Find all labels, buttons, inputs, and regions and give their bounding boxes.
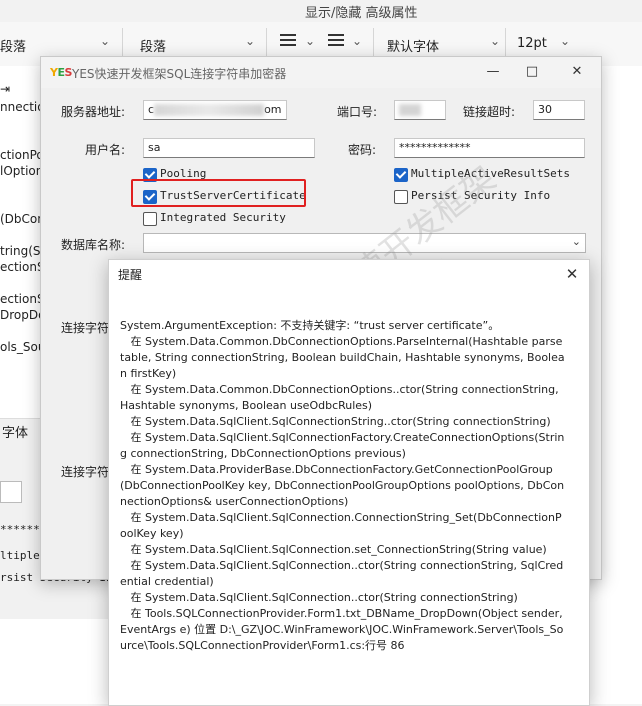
advanced-properties-toggle[interactable]: 显示/隐藏 高级属性 [305,2,418,21]
numbered-list-icon[interactable] [328,34,344,48]
server-input[interactable]: c om [143,100,287,120]
code-line: tring(Str [0,244,45,258]
connection-string-label: 连接字符 [61,321,110,335]
code-line: ectionS [0,260,45,274]
chevron-down-icon[interactable]: ⌄ [352,34,362,48]
username-input[interactable]: sa [143,138,315,158]
indent-icon[interactable]: ⇥ [0,82,10,96]
maximize-button[interactable]: □ [520,61,544,83]
checkbox-checked-icon [394,168,408,182]
bullet-list-icon[interactable] [280,34,296,48]
timeout-label: 链接超时: [463,105,516,119]
port-input[interactable] [394,100,446,120]
font-panel-input[interactable] [0,481,22,503]
window-title: YES快速开发框架SQL连接字符串加密器 [72,67,287,81]
alert-dialog: 提醒 ✕ System.ArgumentException: 不支持关键字: “… [108,259,590,706]
code-line: DropDov [0,308,45,322]
font-panel-label: 字体 [2,426,29,441]
server-label: 服务器地址: [61,105,126,119]
redacted-text [154,104,265,116]
password-input[interactable]: ************* [394,138,585,158]
window-titlebar[interactable]: YES YES快速开发框架SQL连接字符串加密器 — □ ✕ [41,57,601,88]
dialog-title: 提醒 [118,268,143,282]
code-line: (DbCon [0,212,45,226]
error-message: System.ArgumentException: 不支持关键字: “trust… [120,319,565,652]
timeout-input[interactable]: 30 [533,100,585,120]
paragraph-style-select[interactable]: 段落 [0,36,26,55]
style-select[interactable]: 段落 [140,36,166,55]
dialog-close-button[interactable]: ✕ [561,263,583,285]
password-label: 密码: [348,143,377,157]
port-label: 端口号: [337,105,378,119]
redacted-text [399,104,421,116]
database-combobox[interactable]: ⌄ [143,233,586,253]
checkbox-unchecked-icon [143,212,157,226]
database-label: 数据库名称: [61,238,126,252]
code-line: lOption [0,164,44,178]
code-line: ols_Sour [0,340,45,354]
chevron-down-icon[interactable]: ⌄ [490,34,500,48]
font-size-select[interactable]: 12pt [517,36,547,51]
chevron-down-icon[interactable]: ⌄ [572,235,581,248]
chevron-down-icon[interactable]: ⌄ [560,34,570,48]
chevron-down-icon[interactable]: ⌄ [305,34,315,48]
font-family-select[interactable]: 默认字体 [387,36,439,55]
highlight-annotation [131,179,306,207]
checkbox-unchecked-icon [394,190,408,204]
chevron-down-icon[interactable]: ⌄ [245,34,255,48]
chevron-down-icon[interactable]: ⌄ [100,34,110,48]
code-line: ectionS [0,292,45,306]
code-line: ctionPo [0,148,44,162]
encrypted-string-label: 连接字符 [61,465,110,479]
minimize-button[interactable]: — [481,61,505,83]
close-button[interactable]: ✕ [565,61,589,83]
username-label: 用户名: [85,143,126,157]
code-line: nnectio [0,100,45,114]
yes-logo-icon: YES [50,66,72,79]
editor-topbar: 显示/隐藏 高级属性 [0,0,642,23]
